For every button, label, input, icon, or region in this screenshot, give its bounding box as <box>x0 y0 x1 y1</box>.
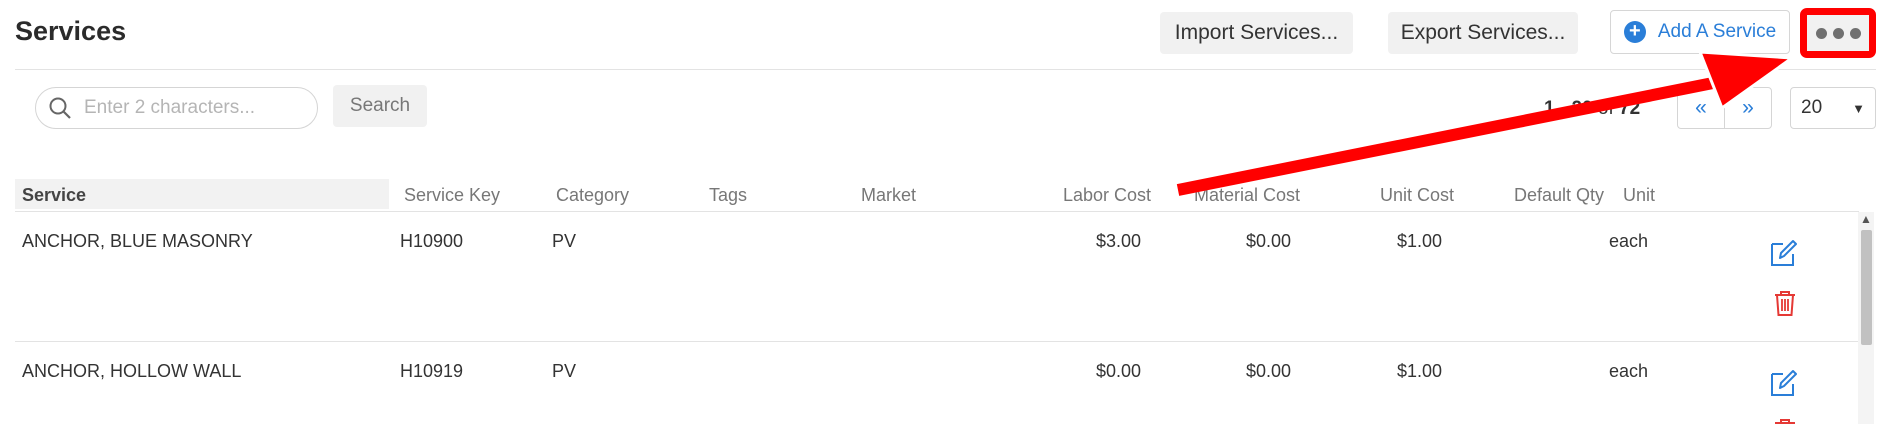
caret-down-icon: ▼ <box>1852 100 1865 116</box>
search-box[interactable] <box>35 87 318 129</box>
more-icon <box>1849 27 1861 39</box>
scroll-up-icon[interactable]: ▲ <box>1860 212 1872 226</box>
add-service-button[interactable]: + Add A Service <box>1610 10 1790 54</box>
more-options-button[interactable] <box>1800 8 1876 58</box>
cell-service-key: H10900 <box>400 231 464 251</box>
table-header-divider <box>15 211 1859 212</box>
col-header-unit[interactable]: Unit <box>1623 185 1655 206</box>
header-divider <box>15 69 1876 70</box>
col-header-material-cost[interactable]: Material Cost <box>1194 185 1300 206</box>
pager-of: of <box>1597 98 1614 119</box>
col-header-market[interactable]: Market <box>861 185 916 206</box>
more-icon <box>1832 27 1844 39</box>
cell-unit-cost: $1.00 <box>1396 361 1442 381</box>
cell-unit-cost: $1.00 <box>1396 231 1442 251</box>
pager-total: 72 <box>1619 98 1641 119</box>
col-header-service[interactable]: Service <box>22 185 86 206</box>
cell-service: ANCHOR, HOLLOW WALL <box>22 361 242 381</box>
export-services-button[interactable]: Export Services... <box>1388 12 1578 54</box>
cell-unit: each <box>1609 361 1649 381</box>
row-divider <box>15 341 1859 342</box>
edit-icon[interactable] <box>1768 238 1798 268</box>
per-page-value: 20 <box>1801 97 1823 118</box>
add-service-label: Add A Service <box>1657 21 1777 42</box>
plus-circle-icon: + <box>1623 21 1646 43</box>
col-header-tags[interactable]: Tags <box>709 185 747 206</box>
col-header-default-qty[interactable]: Default Qty <box>1514 185 1604 206</box>
trash-icon[interactable] <box>1770 416 1800 446</box>
more-icon <box>1815 27 1827 39</box>
next-page-button[interactable]: » <box>1725 88 1771 128</box>
cell-service-key: H10919 <box>400 361 464 381</box>
edit-icon[interactable] <box>1768 368 1798 398</box>
pager-count: 1 - 20 of 72 <box>1544 98 1640 120</box>
import-services-button[interactable]: Import Services... <box>1160 12 1353 54</box>
trash-icon[interactable] <box>1770 288 1800 318</box>
per-page-select[interactable]: 20 ▼ <box>1790 87 1876 129</box>
cell-category: PV <box>552 361 577 381</box>
search-input[interactable] <box>82 96 306 120</box>
cell-category: PV <box>552 231 577 251</box>
cell-unit: each <box>1609 231 1649 251</box>
col-header-service-key[interactable]: Service Key <box>404 185 500 206</box>
cell-service: ANCHOR, BLUE MASONRY <box>22 231 253 251</box>
search-button[interactable]: Search <box>333 85 427 127</box>
cell-labor-cost: $0.00 <box>1095 361 1141 381</box>
cell-material-cost: $0.00 <box>1245 231 1291 251</box>
arrow-shaft <box>1176 74 1730 196</box>
cell-material-cost: $0.00 <box>1245 361 1291 381</box>
search-icon <box>49 97 71 119</box>
page-title: Services <box>15 16 127 46</box>
pager-range: 1 - 20 <box>1544 98 1593 119</box>
col-header-labor-cost[interactable]: Labor Cost <box>1063 185 1151 206</box>
cell-labor-cost: $3.00 <box>1095 231 1141 251</box>
col-header-category[interactable]: Category <box>556 185 629 206</box>
annotation-arrow <box>1176 50 1797 196</box>
scrollbar-thumb[interactable] <box>1861 230 1872 345</box>
pager-buttons: « » <box>1677 87 1772 129</box>
prev-page-button[interactable]: « <box>1678 88 1725 128</box>
col-header-unit-cost[interactable]: Unit Cost <box>1380 185 1454 206</box>
